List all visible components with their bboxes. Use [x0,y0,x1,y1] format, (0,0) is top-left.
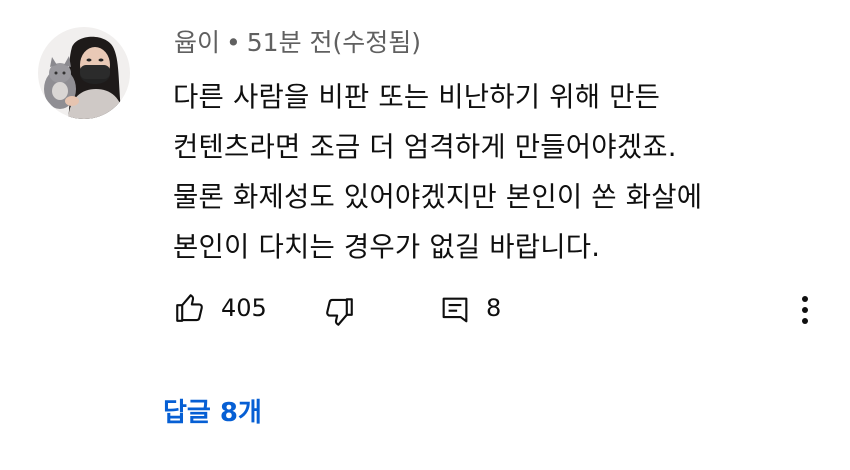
comment-timestamp[interactable]: 51분 전(수정됨) [247,28,421,57]
comment-icon[interactable] [438,293,472,331]
comment-actions: 405 8 [0,285,850,331]
comment-text-line: 본인이 다치는 경우가 없길 바랍니다. [173,231,601,263]
comment-meta: 윱이 • 51분 전(수정됨) [174,26,421,60]
author-name[interactable]: 윱이 [174,28,220,57]
meta-separator: • [226,28,241,57]
like-count: 405 [221,294,267,322]
view-replies-button[interactable]: 답글 8개 [163,393,262,433]
comment-text-line: 물론 화제성도 있어야겠지만 본인이 쏜 화살에 [173,181,703,213]
reply-count: 8 [486,294,502,322]
thumbs-up-icon[interactable] [173,291,207,329]
avatar[interactable] [38,27,130,119]
comment-text-line: 컨텐츠라면 조금 더 엄격하게 만들어야겠죠. [173,131,677,163]
more-vertical-icon[interactable] [794,293,816,327]
thumbs-down-icon[interactable] [322,295,356,333]
avatar-photo [38,27,130,119]
comment: 윱이 • 51분 전(수정됨) 다른 사람을 비판 또는 비난하기 위해 만든 컨텐… [0,0,850,470]
comment-text: 다른 사람을 비판 또는 비난하기 위해 만든 컨텐츠라면 조금 더 엄격하게 … [173,72,813,272]
comment-text-line: 다른 사람을 비판 또는 비난하기 위해 만든 [173,81,661,113]
